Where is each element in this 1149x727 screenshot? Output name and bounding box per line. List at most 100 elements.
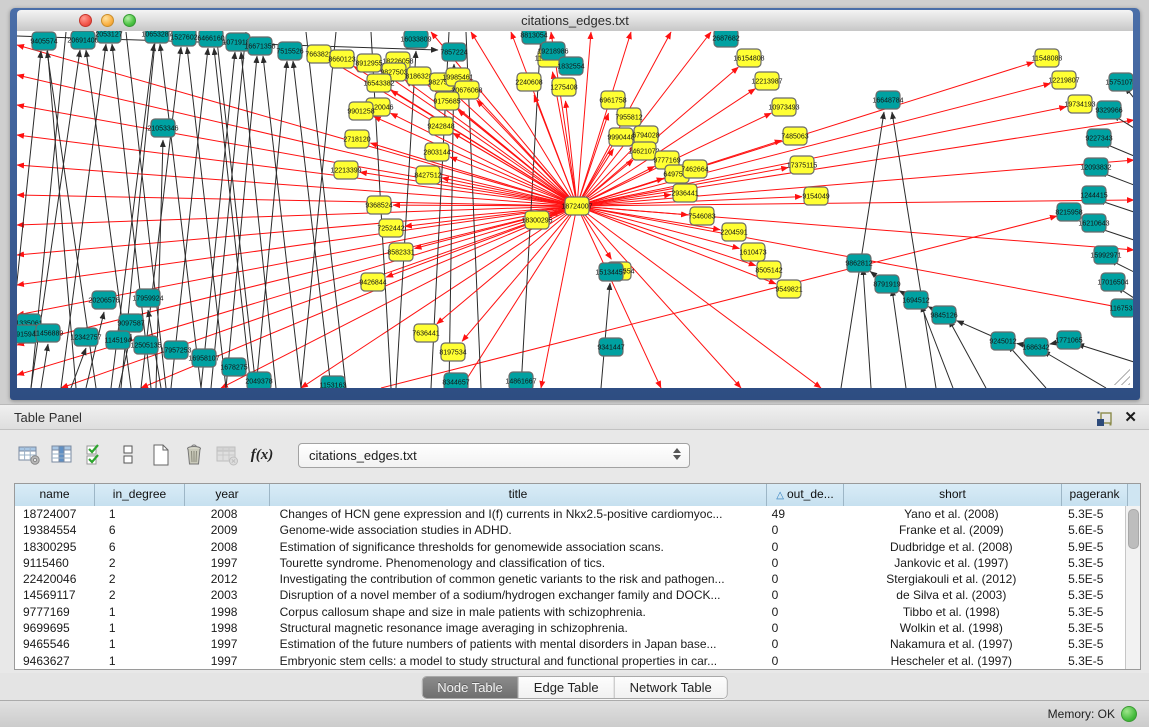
function-builder-icon[interactable]: f(x) — [247, 442, 277, 468]
graph-node-11456889[interactable]: 11456889 — [33, 324, 64, 342]
graph-node-15992971[interactable]: 15992971 — [1090, 246, 1121, 264]
graph-node-2049378[interactable]: 2049378 — [245, 372, 272, 388]
graph-node-16154808[interactable]: 16154808 — [733, 49, 764, 67]
graph-node-9368524[interactable]: 9368524 — [365, 196, 392, 214]
graph-node-7485063[interactable]: 7485063 — [781, 127, 808, 145]
graph-node-9227343[interactable]: 9227343 — [1085, 129, 1112, 147]
float-panel-icon[interactable] — [1096, 410, 1113, 427]
graph-node-8505142[interactable]: 8505142 — [755, 261, 782, 279]
graph-node-12093832[interactable]: 12093832 — [1080, 158, 1111, 176]
graph-node-8344657[interactable]: 8344657 — [442, 373, 469, 388]
graph-node-17016504[interactable]: 17016504 — [1097, 273, 1128, 291]
citation-edge-red[interactable] — [374, 117, 577, 206]
graph-node-1610473[interactable]: 1610473 — [739, 243, 766, 261]
citation-edge-black[interactable] — [263, 56, 301, 388]
graph-node-12213399[interactable]: 12213399 — [330, 161, 361, 179]
graph-node-9845126[interactable]: 9845126 — [930, 306, 957, 324]
graph-node-8215958[interactable]: 8215958 — [1055, 203, 1082, 221]
graph-node-1145194[interactable]: 1145194 — [105, 331, 132, 349]
graph-node-9426844[interactable]: 9426844 — [359, 273, 386, 291]
table-row[interactable]: 1830029562008Estimation of significance … — [15, 539, 1126, 555]
citation-edge-red[interactable] — [17, 45, 577, 206]
graph-node-8912955[interactable]: 8912955 — [355, 54, 382, 72]
graph-node-21053346[interactable]: 21053346 — [147, 119, 178, 137]
citation-edge-black[interactable] — [226, 56, 257, 388]
column-header-year[interactable]: year — [185, 484, 270, 506]
table-vertical-scrollbar[interactable] — [1125, 506, 1140, 669]
row-height-icon[interactable] — [115, 442, 141, 468]
citation-edge-red[interactable] — [17, 206, 577, 285]
graph-node-9097587[interactable]: 9097587 — [117, 314, 144, 332]
graph-node-10653287[interactable]: 10653287 — [141, 31, 172, 43]
citation-edge-black[interactable] — [892, 112, 936, 388]
network-canvas[interactable]: 1872400776638228660123891295518226058982… — [17, 31, 1133, 388]
graph-node-7546083[interactable]: 7546083 — [688, 207, 715, 225]
table-row[interactable]: 946362711997Embryonic stem cells: a mode… — [15, 653, 1126, 669]
citation-edge-red[interactable] — [450, 157, 577, 206]
graph-node-1771065[interactable]: 1771065 — [1055, 331, 1082, 349]
graph-node-2053127[interactable]: 2053127 — [95, 31, 122, 43]
graph-node-9242848[interactable]: 9242848 — [427, 117, 454, 135]
citation-edge-black[interactable] — [211, 32, 246, 388]
column-header-out_de[interactable]: △out_de... — [767, 484, 844, 506]
citation-edge-red[interactable] — [17, 195, 577, 206]
graph-node-11548088[interactable]: 11548088 — [1032, 49, 1063, 67]
new-column-icon[interactable] — [148, 442, 174, 468]
column-header-name[interactable]: name — [15, 484, 95, 506]
graph-node-7955812[interactable]: 7955812 — [615, 108, 642, 126]
graph-node-6961758[interactable]: 6961758 — [599, 91, 626, 109]
graph-node-1153163[interactable]: 1153163 — [320, 376, 347, 388]
citation-edge-red[interactable] — [577, 206, 661, 388]
graph-node-19734193[interactable]: 19734193 — [1064, 95, 1095, 113]
select-rows-icon[interactable] — [82, 442, 108, 468]
citation-edge-black[interactable] — [863, 268, 871, 388]
graph-node-14861667[interactable]: 14861667 — [505, 372, 536, 388]
citation-edge-red[interactable] — [17, 165, 577, 206]
graph-node-9341447[interactable]: 9341447 — [597, 338, 624, 356]
table-row[interactable]: 911546021997Tourette syndrome. Phenomeno… — [15, 555, 1126, 571]
graph-node-1244415[interactable]: 1244415 — [1080, 186, 1107, 204]
graph-node-1686342[interactable]: 1686342 — [1022, 338, 1049, 356]
citation-edge-red[interactable] — [17, 105, 577, 206]
graph-node-8427512[interactable]: 8427512 — [414, 166, 441, 184]
graph-node-16671358[interactable]: 16671358 — [244, 37, 275, 55]
citation-edge-red[interactable] — [541, 206, 577, 388]
citation-network-graph[interactable]: 1872400776638228660123891295518226058982… — [17, 31, 1133, 388]
graph-node-1694512[interactable]: 1694512 — [902, 291, 929, 309]
graph-node-7462664[interactable]: 7462664 — [681, 160, 708, 178]
graph-node-9405574[interactable]: 9405574 — [30, 32, 57, 50]
citation-edge-black[interactable] — [241, 52, 276, 388]
graph-node-7515526[interactable]: 7515526 — [276, 42, 303, 60]
table-row[interactable]: 946554611997Estimation of the future num… — [15, 636, 1126, 652]
citation-edge-black[interactable] — [171, 48, 208, 388]
column-header-in_degree[interactable]: in_degree — [95, 484, 185, 506]
graph-node-8582331[interactable]: 8582331 — [387, 243, 414, 261]
graph-node-2936441[interactable]: 2936441 — [671, 184, 698, 202]
citation-edge-red[interactable] — [577, 32, 711, 206]
graph-node-16210643[interactable]: 16210643 — [1078, 214, 1109, 232]
graph-node-9245012[interactable]: 9245012 — [989, 332, 1016, 350]
graph-node-20691406[interactable]: 20691406 — [67, 31, 98, 49]
graph-node-15134457[interactable]: 15134457 — [595, 263, 626, 281]
delete-column-icon[interactable] — [181, 442, 207, 468]
column-header-short[interactable]: short — [844, 484, 1062, 506]
table-row[interactable]: 969969511998Structural magnetic resonanc… — [15, 620, 1126, 636]
graph-node-2803144[interactable]: 2803144 — [423, 143, 450, 161]
citation-edge-red[interactable] — [360, 172, 577, 206]
citation-edge-black[interactable] — [1077, 344, 1133, 362]
graph-node-18724007[interactable]: 18724007 — [561, 197, 592, 215]
graph-node-10973493[interactable]: 10973493 — [768, 98, 799, 116]
table-row[interactable]: 977716911998Corpus callosum shape and si… — [15, 604, 1126, 620]
graph-node-9549821[interactable]: 9549821 — [775, 280, 802, 298]
graph-node-9901258[interactable]: 9901258 — [347, 102, 374, 120]
tab-edge-table[interactable]: Edge Table — [519, 677, 615, 698]
graph-node-2687682[interactable]: 2687682 — [712, 31, 739, 47]
table-row[interactable]: 1456911722003Disruption of a novel membe… — [15, 587, 1126, 603]
graph-node-7636441[interactable]: 7636441 — [412, 324, 439, 342]
graph-node-2240608[interactable]: 2240608 — [515, 73, 542, 91]
graph-node-18300295[interactable]: 18300295 — [521, 211, 552, 229]
graph-node-12219807[interactable]: 12219807 — [1048, 71, 1079, 89]
graph-node-17959924[interactable]: 17959924 — [132, 289, 163, 307]
tab-network-table[interactable]: Network Table — [615, 677, 727, 698]
graph-node-16543382[interactable]: 16543382 — [363, 74, 394, 92]
